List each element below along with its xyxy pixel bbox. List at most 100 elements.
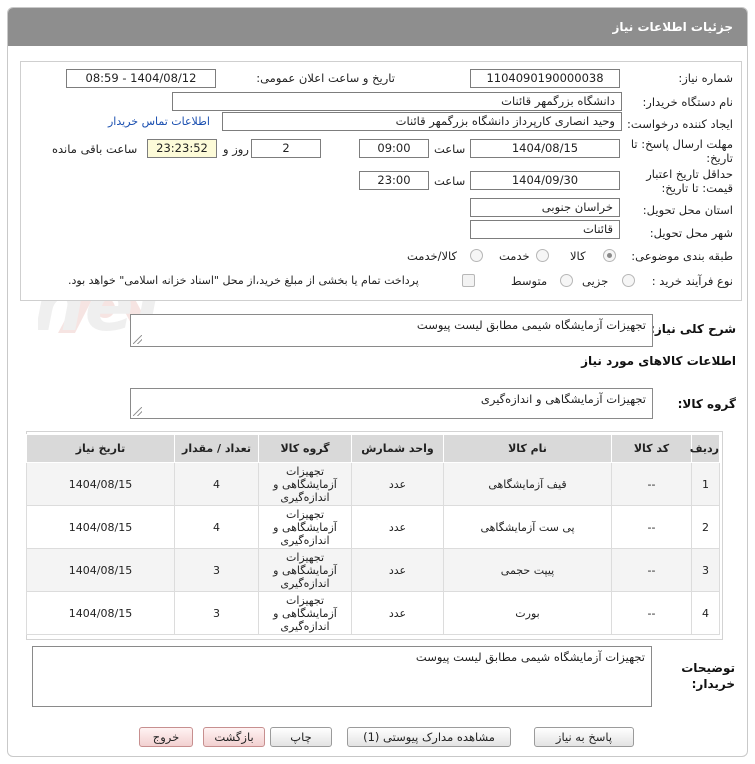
row-name: قیف آزمایشگاهی xyxy=(443,462,612,506)
deadline-time-field: 09:00 xyxy=(359,139,429,158)
validity-time-field: 23:00 xyxy=(359,171,429,190)
col-header-unit: واحد شمارش xyxy=(351,434,444,463)
treasury-payment-note: پرداخت تمام یا بخشی از مبلغ خرید،از محل … xyxy=(68,274,419,287)
buyer-notes-text: تجهیزات آزمایشگاه شیمی مطابق لیست پیوست xyxy=(415,650,645,664)
row-code: -- xyxy=(611,548,692,592)
row-unit: عدد xyxy=(351,505,444,549)
treasury-payment-checkbox[interactable] xyxy=(462,274,475,287)
creator-label: ایجاد کننده درخواست: xyxy=(627,117,733,131)
reply-to-need-button[interactable]: پاسخ به نیاز xyxy=(534,727,634,747)
row-group: تجهیزات آزمایشگاهی و اندازه‌گیری xyxy=(258,505,352,549)
table-row: 4 -- بورت عدد تجهیزات آزمایشگاهی و انداز… xyxy=(26,591,720,635)
validity-label-line1: حداقل تاریخ اعتبار xyxy=(646,167,733,181)
row-group: تجهیزات آزمایشگاهی و اندازه‌گیری xyxy=(258,548,352,592)
category-option-goods: کالا xyxy=(570,249,586,263)
resize-grip-icon[interactable] xyxy=(133,335,142,344)
row-group: تجهیزات آزمایشگاهی و اندازه‌گیری xyxy=(258,462,352,506)
validity-date-field: 1404/09/30 xyxy=(470,171,620,190)
row-quantity: 3 xyxy=(174,548,259,592)
need-number-field: 1104090190000038 xyxy=(470,69,620,88)
goods-table-header-row: ردیف کد کالا نام کالا واحد شمارش گروه کا… xyxy=(26,434,720,463)
buyer-notes-label-line2: خریدار: xyxy=(691,677,735,691)
creator-field: وحید انصاری کارپرداز دانشگاه بزرگمهر قائ… xyxy=(222,112,622,131)
row-index: 1 xyxy=(691,462,720,506)
col-header-group: گروه کالا xyxy=(258,434,352,463)
goods-group-label: گروه کالا: xyxy=(677,397,736,411)
need-number-label: شماره نیاز: xyxy=(678,71,733,85)
process-radio-medium[interactable] xyxy=(560,274,573,287)
remaining-time-field: 23:23:52 xyxy=(147,139,217,158)
goods-group-text: تجهیزات آزمایشگاهی و اندازه‌گیری xyxy=(480,392,646,406)
row-code: -- xyxy=(611,462,692,506)
city-field: قائنات xyxy=(470,220,620,239)
row-index: 2 xyxy=(691,505,720,549)
deadline-time-label: ساعت xyxy=(434,142,466,156)
process-option-medium: متوسط xyxy=(511,274,548,288)
row-group: تجهیزات آزمایشگاهی و اندازه‌گیری xyxy=(258,591,352,635)
back-button[interactable]: بازگشت xyxy=(203,727,265,747)
category-option-service: خدمت xyxy=(499,249,530,263)
print-button[interactable]: چاپ xyxy=(270,727,332,747)
row-name: پی ست آزمایشگاهی xyxy=(443,505,612,549)
remaining-label: ساعت باقی مانده xyxy=(52,142,138,156)
row-name: پیپت حجمی xyxy=(443,548,612,592)
buyer-label: نام دستگاه خریدار: xyxy=(642,95,733,109)
row-quantity: 4 xyxy=(174,505,259,549)
panel-header: جزئیات اطلاعات نیاز xyxy=(8,8,747,46)
deadline-date-field: 1404/08/15 xyxy=(470,139,620,158)
row-date: 1404/08/15 xyxy=(26,591,175,635)
category-option-goods-service: کالا/خدمت xyxy=(407,249,458,263)
table-row: 1 -- قیف آزمایشگاهی عدد تجهیزات آزمایشگا… xyxy=(26,462,720,506)
panel-title: جزئیات اطلاعات نیاز xyxy=(612,20,733,34)
validity-time-label: ساعت xyxy=(434,174,466,188)
row-date: 1404/08/15 xyxy=(26,548,175,592)
row-quantity: 3 xyxy=(174,591,259,635)
days-label: روز و xyxy=(223,142,249,156)
col-header-code: کد کالا xyxy=(611,434,692,463)
province-field: خراسان جنوبی xyxy=(470,198,620,217)
row-unit: عدد xyxy=(351,591,444,635)
row-date: 1404/08/15 xyxy=(26,462,175,506)
col-header-date: تاریخ نیاز xyxy=(26,434,175,463)
city-label: شهر محل تحویل: xyxy=(649,226,733,240)
process-label: نوع فرآیند خرید : xyxy=(651,274,733,288)
col-header-index: ردیف xyxy=(690,434,720,463)
buyer-contact-link[interactable]: اطلاعات تماس خریدار xyxy=(108,115,210,128)
days-remaining-field: 2 xyxy=(251,139,321,158)
exit-button[interactable]: خروج xyxy=(139,727,193,747)
resize-grip-icon[interactable] xyxy=(133,407,142,416)
goods-group-field[interactable]: تجهیزات آزمایشگاهی و اندازه‌گیری xyxy=(130,388,653,419)
row-unit: عدد xyxy=(351,462,444,506)
table-row: 3 -- پیپت حجمی عدد تجهیزات آزمایشگاهی و … xyxy=(26,548,720,592)
deadline-label-line1: مهلت ارسال پاسخ: تا xyxy=(630,137,733,151)
buyer-notes-label-line1: توضیحات xyxy=(681,661,735,675)
row-date: 1404/08/15 xyxy=(26,505,175,549)
row-name: بورت xyxy=(443,591,612,635)
category-radio-goods[interactable] xyxy=(603,249,616,262)
need-description-text: تجهیزات آزمایشگاه شیمی مطابق لیست پیوست xyxy=(416,318,646,332)
goods-section-title: اطلاعات کالاهای مورد نیاز xyxy=(581,354,736,368)
deadline-label-line2: تاریخ: xyxy=(706,151,733,165)
validity-label-line2: قیمت: تا تاریخ: xyxy=(661,181,733,195)
goods-table: ردیف کد کالا نام کالا واحد شمارش گروه کا… xyxy=(26,434,720,635)
row-index: 4 xyxy=(691,591,720,635)
process-radio-minor[interactable] xyxy=(622,274,635,287)
col-header-name: نام کالا xyxy=(443,434,612,463)
need-description-field[interactable]: تجهیزات آزمایشگاه شیمی مطابق لیست پیوست xyxy=(130,314,653,347)
goods-table-container: ردیف کد کالا نام کالا واحد شمارش گروه کا… xyxy=(26,431,723,640)
process-option-minor: جزیی xyxy=(582,274,609,288)
table-row: 2 -- پی ست آزمایشگاهی عدد تجهیزات آزمایش… xyxy=(26,505,720,549)
province-label: استان محل تحویل: xyxy=(642,203,733,217)
need-description-label: شرح کلی نیاز: xyxy=(650,322,736,336)
buyer-notes-field[interactable]: تجهیزات آزمایشگاه شیمی مطابق لیست پیوست xyxy=(32,646,652,707)
row-unit: عدد xyxy=(351,548,444,592)
row-index: 3 xyxy=(691,548,720,592)
buyer-field: دانشگاه بزرگمهر قائنات xyxy=(172,92,622,111)
announce-label: تاریخ و ساعت اعلان عمومی: xyxy=(256,71,395,85)
row-code: -- xyxy=(611,591,692,635)
view-attachments-button[interactable]: مشاهده مدارک پیوستی (1) xyxy=(347,727,511,747)
category-radio-service[interactable] xyxy=(536,249,549,262)
row-quantity: 4 xyxy=(174,462,259,506)
category-radio-goods-service[interactable] xyxy=(470,249,483,262)
col-header-quantity: تعداد / مقدار xyxy=(174,434,259,463)
